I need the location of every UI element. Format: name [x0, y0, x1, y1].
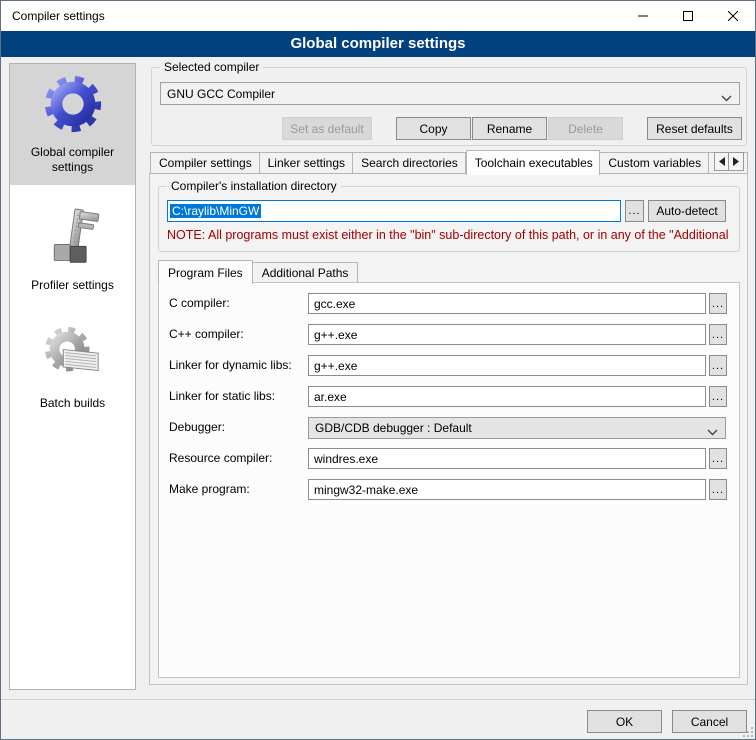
gear-icon [41, 72, 105, 136]
program-files-page: C compiler: ... C++ compiler: ... Linker… [158, 282, 740, 678]
main-tabstrip: Compiler settings Linker settings Search… [150, 150, 748, 174]
compiler-select[interactable]: GNU GCC Compiler [160, 82, 740, 105]
auto-detect-button[interactable]: Auto-detect [648, 200, 726, 222]
tab-compiler-settings[interactable]: Compiler settings [150, 152, 260, 174]
install-dir-selected-text: C:\raylib\MinGW [170, 204, 261, 218]
batch-builds-icon [41, 323, 105, 387]
triangle-right-icon [733, 157, 739, 166]
dynamic-linker-browse-button[interactable]: ... [709, 355, 727, 376]
resource-compiler-browse-button[interactable]: ... [709, 448, 727, 469]
maximize-icon [683, 11, 693, 21]
selected-compiler-group: Selected compiler GNU GCC Compiler Set a… [151, 67, 747, 146]
cpp-compiler-browse-button[interactable]: ... [709, 324, 727, 345]
static-linker-input[interactable] [308, 386, 706, 407]
dialog-footer: OK Cancel [1, 699, 755, 739]
window-title: Compiler settings [12, 9, 105, 23]
install-dir-input[interactable]: C:\raylib\MinGW [167, 200, 621, 222]
sidebar-item-global-compiler-settings[interactable]: Global compiler settings [10, 64, 135, 185]
installation-directory-group: Compiler's installation directory C:\ray… [158, 186, 740, 252]
c-compiler-input[interactable] [308, 293, 706, 314]
sidebar-item-label: Profiler settings [31, 278, 114, 293]
install-dir-note: NOTE: All programs must exist either in … [167, 228, 733, 242]
install-dir-browse-button[interactable]: ... [625, 200, 644, 222]
field-label: Resource compiler: [169, 451, 272, 465]
dynamic-linker-input[interactable] [308, 355, 706, 376]
tab-toolchain-executables[interactable]: Toolchain executables [466, 150, 601, 175]
static-linker-browse-button[interactable]: ... [709, 386, 727, 407]
field-label: C++ compiler: [169, 327, 244, 341]
field-row-cpp-compiler: C++ compiler: ... [159, 324, 741, 345]
field-row-resource-compiler: Resource compiler: ... [159, 448, 741, 469]
copy-button[interactable]: Copy [396, 117, 471, 140]
cancel-button[interactable]: Cancel [672, 710, 747, 733]
make-program-browse-button[interactable]: ... [709, 479, 727, 500]
field-row-dynamic-linker: Linker for dynamic libs: ... [159, 355, 741, 376]
page-title: Global compiler settings [1, 31, 755, 57]
debugger-select-value: GDB/CDB debugger : Default [315, 421, 472, 435]
field-row-debugger: Debugger: GDB/CDB debugger : Default [159, 417, 741, 438]
c-compiler-browse-button[interactable]: ... [709, 293, 727, 314]
close-icon [728, 11, 738, 21]
tab-scroll-arrows [714, 152, 744, 171]
cpp-compiler-input[interactable] [308, 324, 706, 345]
resize-grip[interactable] [743, 727, 753, 737]
tab-search-directories[interactable]: Search directories [353, 152, 466, 174]
titlebar: Compiler settings [1, 1, 755, 31]
field-row-make-program: Make program: ... [159, 479, 741, 500]
field-label: C compiler: [169, 296, 230, 310]
group-label: Compiler's installation directory [167, 179, 341, 193]
toolchain-executables-page: Compiler's installation directory C:\ray… [149, 173, 748, 685]
close-button[interactable] [710, 1, 755, 30]
chevron-down-icon [707, 425, 718, 439]
group-label: Selected compiler [160, 60, 263, 74]
chevron-down-icon [721, 91, 732, 105]
sidebar-item-label: Global compiler settings [12, 145, 133, 175]
field-row-static-linker: Linker for static libs: ... [159, 386, 741, 407]
make-program-input[interactable] [308, 479, 706, 500]
triangle-left-icon [719, 157, 725, 166]
resource-compiler-input[interactable] [308, 448, 706, 469]
program-files-tabstrip: Program Files Additional Paths [158, 260, 358, 284]
minimize-button[interactable] [620, 1, 665, 30]
tab-scroll-right-button[interactable] [729, 152, 744, 171]
ok-button[interactable]: OK [587, 710, 662, 733]
subtab-program-files[interactable]: Program Files [158, 260, 253, 284]
maximize-button[interactable] [665, 1, 710, 30]
field-label: Linker for static libs: [169, 389, 275, 403]
sidebar-item-profiler-settings[interactable]: Profiler settings [10, 197, 135, 303]
field-label: Linker for dynamic libs: [169, 358, 292, 372]
sidebar-item-label: Batch builds [40, 396, 105, 411]
subtab-additional-paths[interactable]: Additional Paths [253, 262, 359, 283]
field-label: Debugger: [169, 420, 225, 434]
tab-linker-settings[interactable]: Linker settings [260, 152, 353, 174]
reset-defaults-button[interactable]: Reset defaults [647, 117, 742, 140]
field-row-c-compiler: C compiler: ... [159, 293, 741, 314]
minimize-icon [638, 11, 648, 21]
tab-custom-variables[interactable]: Custom variables [600, 152, 709, 174]
compiler-settings-dialog: Compiler settings Global compiler settin… [0, 0, 756, 740]
field-label: Make program: [169, 482, 250, 496]
delete-button[interactable]: Delete [548, 117, 623, 140]
sidebar: Global compiler settings [9, 63, 136, 690]
rename-button[interactable]: Rename [472, 117, 547, 140]
set-as-default-button[interactable]: Set as default [282, 117, 372, 140]
sidebar-item-batch-builds[interactable]: Batch builds [10, 315, 135, 421]
caliper-icon [41, 205, 105, 269]
tab-scroll-left-button[interactable] [714, 152, 729, 171]
debugger-select[interactable]: GDB/CDB debugger : Default [308, 417, 726, 439]
compiler-select-value: GNU GCC Compiler [167, 87, 275, 101]
